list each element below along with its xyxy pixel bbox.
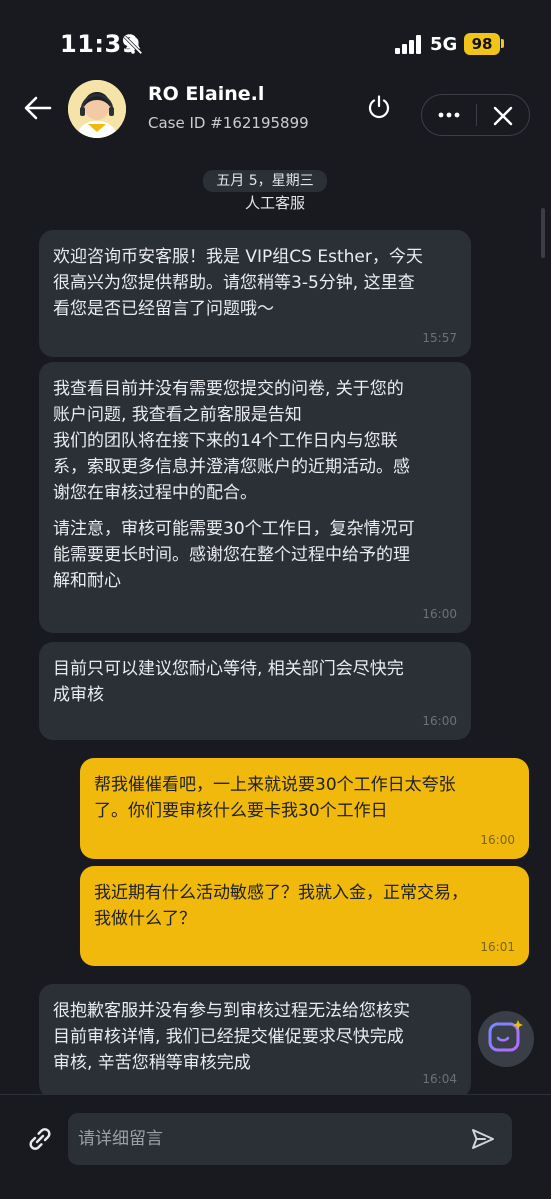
message-time: 15:57 bbox=[422, 331, 457, 345]
message-time: 16:00 bbox=[480, 833, 515, 847]
more-dots-icon[interactable] bbox=[432, 103, 466, 127]
message-input-bar bbox=[0, 1094, 551, 1199]
power-icon[interactable] bbox=[366, 94, 392, 120]
message-text: 我近期有什么活动敏感了？我就入金，正常交易， 我做什么了？ bbox=[94, 883, 468, 929]
message-input[interactable] bbox=[78, 1113, 458, 1165]
message-text: 很抱歉客服并没有参与到审核过程无法给您核实 目前审核详情, 我们已经提交催促要求… bbox=[53, 1001, 410, 1073]
network-type: 5G bbox=[430, 34, 458, 55]
back-arrow-icon[interactable] bbox=[22, 92, 54, 124]
message-bubble-incoming: 目前只可以建议您耐心等待, 相关部门会尽快完 成审核 16:00 bbox=[39, 642, 471, 740]
message-field[interactable] bbox=[68, 1113, 512, 1165]
agent-avatar-icon bbox=[68, 80, 126, 138]
message-text: 欢迎咨询币安客服！我是 VIP组CS Esther，今天 很高兴为您提供帮助。请… bbox=[53, 247, 423, 319]
message-bubble-incoming: 我查看目前并没有需要您提交的问卷, 关于您的 账户问题, 我查看之前客服是告知 … bbox=[39, 362, 471, 633]
message-bubble-incoming: 很抱歉客服并没有参与到审核过程无法给您核实 目前审核详情, 我们已经提交催促要求… bbox=[39, 984, 471, 1098]
message-text: 帮我催催看吧，一上来就说要30个工作日太夸张 了。你们要审核什么要卡我30个工作… bbox=[94, 775, 456, 821]
chat-header: RO Elaine.l Case ID #162195899 bbox=[0, 80, 551, 160]
pill-divider bbox=[476, 104, 477, 126]
assistant-button[interactable] bbox=[478, 1011, 534, 1067]
signal-icon bbox=[395, 35, 421, 54]
system-label: 人工客服 bbox=[244, 194, 305, 212]
close-icon[interactable] bbox=[490, 103, 516, 129]
message-text: 请注意，审核可能需要30个工作日，复杂情况可 能需要更长时间。感谢您在整个过程中… bbox=[53, 519, 415, 591]
date-chip: 五月 5，星期三 bbox=[203, 170, 327, 192]
send-icon[interactable] bbox=[470, 1126, 496, 1152]
message-bubble-outgoing: 我近期有什么活动敏感了？我就入金，正常交易， 我做什么了？ 16:01 bbox=[80, 866, 529, 966]
agent-name: RO Elaine.l bbox=[148, 83, 265, 105]
status-bar: 11:39 5G 98 bbox=[0, 0, 551, 80]
message-time: 16:04 bbox=[422, 1072, 457, 1086]
message-bubble-outgoing: 帮我催催看吧，一上来就说要30个工作日太夸张 了。你们要审核什么要卡我30个工作… bbox=[80, 758, 529, 859]
assistant-icon bbox=[488, 1020, 523, 1052]
message-time: 16:00 bbox=[422, 714, 457, 728]
message-text: 目前只可以建议您耐心等待, 相关部门会尽快完 成审核 bbox=[53, 659, 404, 705]
scrollbar[interactable] bbox=[541, 208, 545, 258]
message-text: 我查看目前并没有需要您提交的问卷, 关于您的 账户问题, 我查看之前客服是告知 … bbox=[53, 379, 410, 503]
battery-indicator: 98 bbox=[464, 33, 500, 55]
bell-off-icon bbox=[123, 35, 143, 55]
link-icon[interactable] bbox=[24, 1123, 56, 1155]
header-actions-pill bbox=[421, 94, 530, 136]
battery-tip bbox=[501, 39, 504, 48]
message-bubble-incoming: 欢迎咨询币安客服！我是 VIP组CS Esther，今天 很高兴为您提供帮助。请… bbox=[39, 230, 471, 357]
message-time: 16:00 bbox=[422, 607, 457, 621]
agent-avatar[interactable] bbox=[68, 80, 126, 138]
message-time: 16:01 bbox=[480, 940, 515, 954]
case-id: Case ID #162195899 bbox=[148, 114, 309, 132]
